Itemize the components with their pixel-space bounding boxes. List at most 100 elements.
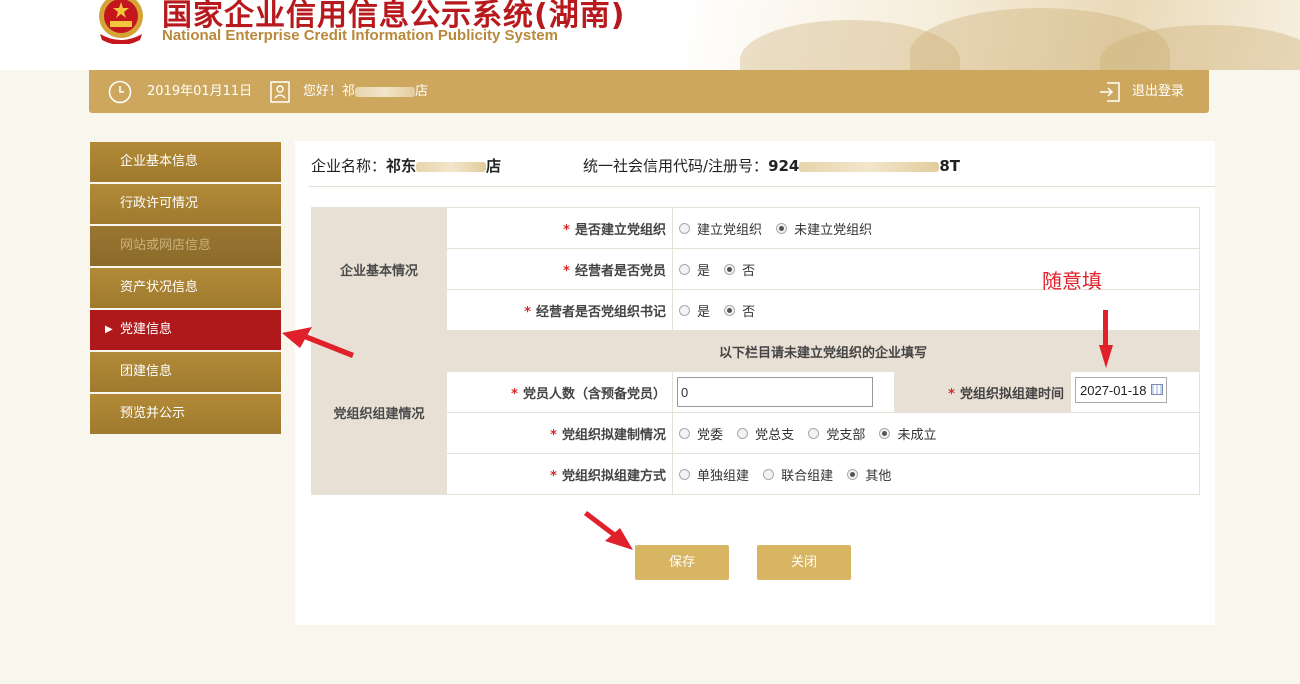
credit-code-label: 统一社会信用代码/注册号： — [583, 157, 769, 175]
q3-option-yes[interactable]: 是 — [679, 301, 710, 320]
company-name: 企业名称：祁东 店 — [311, 155, 501, 176]
sidebar-item-assets-info[interactable]: 资产状况信息 — [90, 268, 281, 308]
sidebar-item-label: 预览并公示 — [120, 406, 186, 421]
redacted-text — [799, 161, 940, 172]
header-landscape-background — [680, 0, 1300, 70]
q6-option-branch[interactable]: 党支部 — [808, 424, 865, 443]
annotation-note: 随意填 — [1042, 269, 1102, 293]
q6-option-committee[interactable]: 党委 — [679, 424, 723, 443]
company-name-label: 企业名称： — [311, 157, 387, 175]
q6-label-text: 党组织拟建制情况 — [561, 427, 666, 443]
radio-selected-icon[interactable] — [724, 263, 736, 275]
company-name-prefix: 祁东 — [386, 157, 417, 175]
sidebar-item-label: 企业基本信息 — [120, 154, 199, 169]
q4-label-text: 党员人数（含预备党员） — [522, 386, 666, 402]
required-mark: * — [550, 427, 557, 443]
close-button[interactable]: 关闭 — [757, 545, 851, 580]
active-triangle-icon: ▶ — [105, 324, 113, 335]
q7-options: 单独组建 联合组建 其他 — [671, 453, 1201, 495]
q7-label: * 党组织拟组建方式 — [446, 453, 673, 495]
radio-icon[interactable] — [679, 304, 690, 316]
q2-label-text: 经营者是否党员 — [574, 263, 666, 279]
q3-options: 是 否 — [671, 289, 1201, 331]
q2-option-yes[interactable]: 是 — [679, 260, 710, 279]
radio-icon[interactable] — [808, 427, 820, 439]
required-mark: * — [550, 468, 557, 484]
company-name-suffix: 店 — [486, 157, 502, 175]
q6-options: 党委 党总支 党支部 未成立 — [671, 412, 1201, 454]
sidebar-item-label: 党建信息 — [120, 322, 173, 337]
member-count-input[interactable] — [677, 377, 873, 407]
q2-option-no[interactable]: 否 — [724, 260, 755, 279]
q1-label-text: 是否建立党组织 — [574, 222, 666, 238]
redacted-text — [355, 86, 416, 97]
q7-option-other[interactable]: 其他 — [847, 465, 891, 484]
radio-selected-icon[interactable] — [847, 468, 859, 480]
q6-label: * 党组织拟建制情况 — [446, 412, 673, 454]
q2-label: * 经营者是否党员 — [446, 248, 673, 290]
q1-option-not-established[interactable]: 未建立党组织 — [776, 219, 872, 238]
q7-option-joint[interactable]: 联合组建 — [763, 465, 833, 484]
section-subheading: 以下栏目请未建立党组织的企业填写 — [445, 330, 1201, 372]
logout-link[interactable]: 退出登录 — [1132, 70, 1184, 113]
q7-option-independent[interactable]: 单独组建 — [679, 465, 749, 484]
clock-icon — [108, 80, 132, 104]
radio-icon[interactable] — [737, 427, 749, 439]
required-mark: * — [563, 263, 570, 279]
q4-cell — [672, 371, 895, 413]
sidebar-item-preview-publish[interactable]: 预览并公示 — [90, 394, 281, 434]
group-basic-situation: 企业基本情况 — [311, 207, 447, 331]
divider — [309, 186, 1215, 187]
greeting-suffix: 店 — [415, 84, 429, 99]
sidebar-item-label: 行政许可情况 — [120, 196, 199, 211]
q3-label: * 经营者是否党组织书记 — [446, 289, 673, 331]
sidebar-item-basic-info[interactable]: 企业基本信息 — [90, 142, 281, 182]
radio-selected-icon[interactable] — [879, 427, 891, 439]
user-greeting: 您好！祁 店 — [303, 70, 428, 113]
q5-label-text: 党组织拟组建时间 — [959, 386, 1064, 402]
main-panel: 企业名称：祁东店 统一社会信用代码/注册号：924 8T 企业基本情况 * 是否建立… — [295, 141, 1215, 625]
sidebar-item-admin-license[interactable]: 行政许可情况 — [90, 184, 281, 224]
sidebar-item-party-building[interactable]: ▶ 党建信息 — [90, 310, 281, 350]
required-mark: * — [563, 222, 570, 238]
group-party-org: 党组织组建情况 — [311, 330, 447, 495]
user-card-icon — [270, 81, 290, 103]
required-mark: * — [524, 304, 531, 320]
q2-options: 是 否 — [671, 248, 1201, 290]
credit-code-prefix: 924 — [768, 157, 800, 175]
sidebar-nav: 企业基本信息 行政许可情况 网站或网店信息 资产状况信息 ▶ 党建信息 团建信息 … — [90, 142, 281, 436]
q6-option-general-branch[interactable]: 党总支 — [737, 424, 794, 443]
q3-option-no[interactable]: 否 — [724, 301, 755, 320]
q3-label-text: 经营者是否党组织书记 — [535, 304, 666, 320]
sidebar-item-label: 网站或网店信息 — [120, 238, 212, 253]
credit-code: 统一社会信用代码/注册号：924 8T — [583, 155, 960, 176]
q7-label-text: 党组织拟组建方式 — [561, 468, 666, 484]
q1-options: 建立党组织 未建立党组织 — [671, 207, 1201, 249]
q6-option-not-formed[interactable]: 未成立 — [879, 424, 936, 443]
radio-selected-icon[interactable] — [776, 222, 788, 234]
q5-cell: 2027-01-18 — [1069, 371, 1201, 413]
q5-label: * 党组织拟组建时间 — [894, 371, 1071, 413]
user-status-bar: 2019年01月11日 您好！祁 店 退出登录 — [89, 70, 1209, 113]
redacted-text — [416, 161, 487, 172]
current-date: 2019年01月11日 — [147, 84, 253, 99]
calendar-icon[interactable] — [1151, 384, 1163, 395]
q1-option-established[interactable]: 建立党组织 — [679, 219, 762, 238]
radio-icon[interactable] — [679, 427, 690, 439]
party-building-form: 企业基本情况 * 是否建立党组织 建立党组织 未建立党组织 * 经营者是否党员 是 … — [311, 207, 1201, 495]
q1-label: * 是否建立党组织 — [446, 207, 673, 249]
national-emblem-icon — [99, 0, 143, 44]
required-mark: * — [948, 386, 955, 402]
save-button[interactable]: 保存 — [635, 545, 729, 580]
radio-icon[interactable] — [679, 468, 690, 480]
radio-icon[interactable] — [679, 222, 690, 234]
radio-icon[interactable] — [763, 468, 775, 480]
greeting-prefix: 您好！祁 — [303, 84, 356, 99]
logout-icon[interactable] — [1099, 81, 1121, 103]
org-date-input[interactable]: 2027-01-18 — [1075, 377, 1167, 403]
sidebar-item-league-building[interactable]: 团建信息 — [90, 352, 281, 392]
q4-label: * 党员人数（含预备党员） — [446, 371, 673, 413]
site-header: 国家企业信用信息公示系统(湖南) National Enterprise Cre… — [0, 0, 1300, 70]
radio-icon[interactable] — [679, 263, 690, 275]
radio-selected-icon[interactable] — [724, 304, 736, 316]
